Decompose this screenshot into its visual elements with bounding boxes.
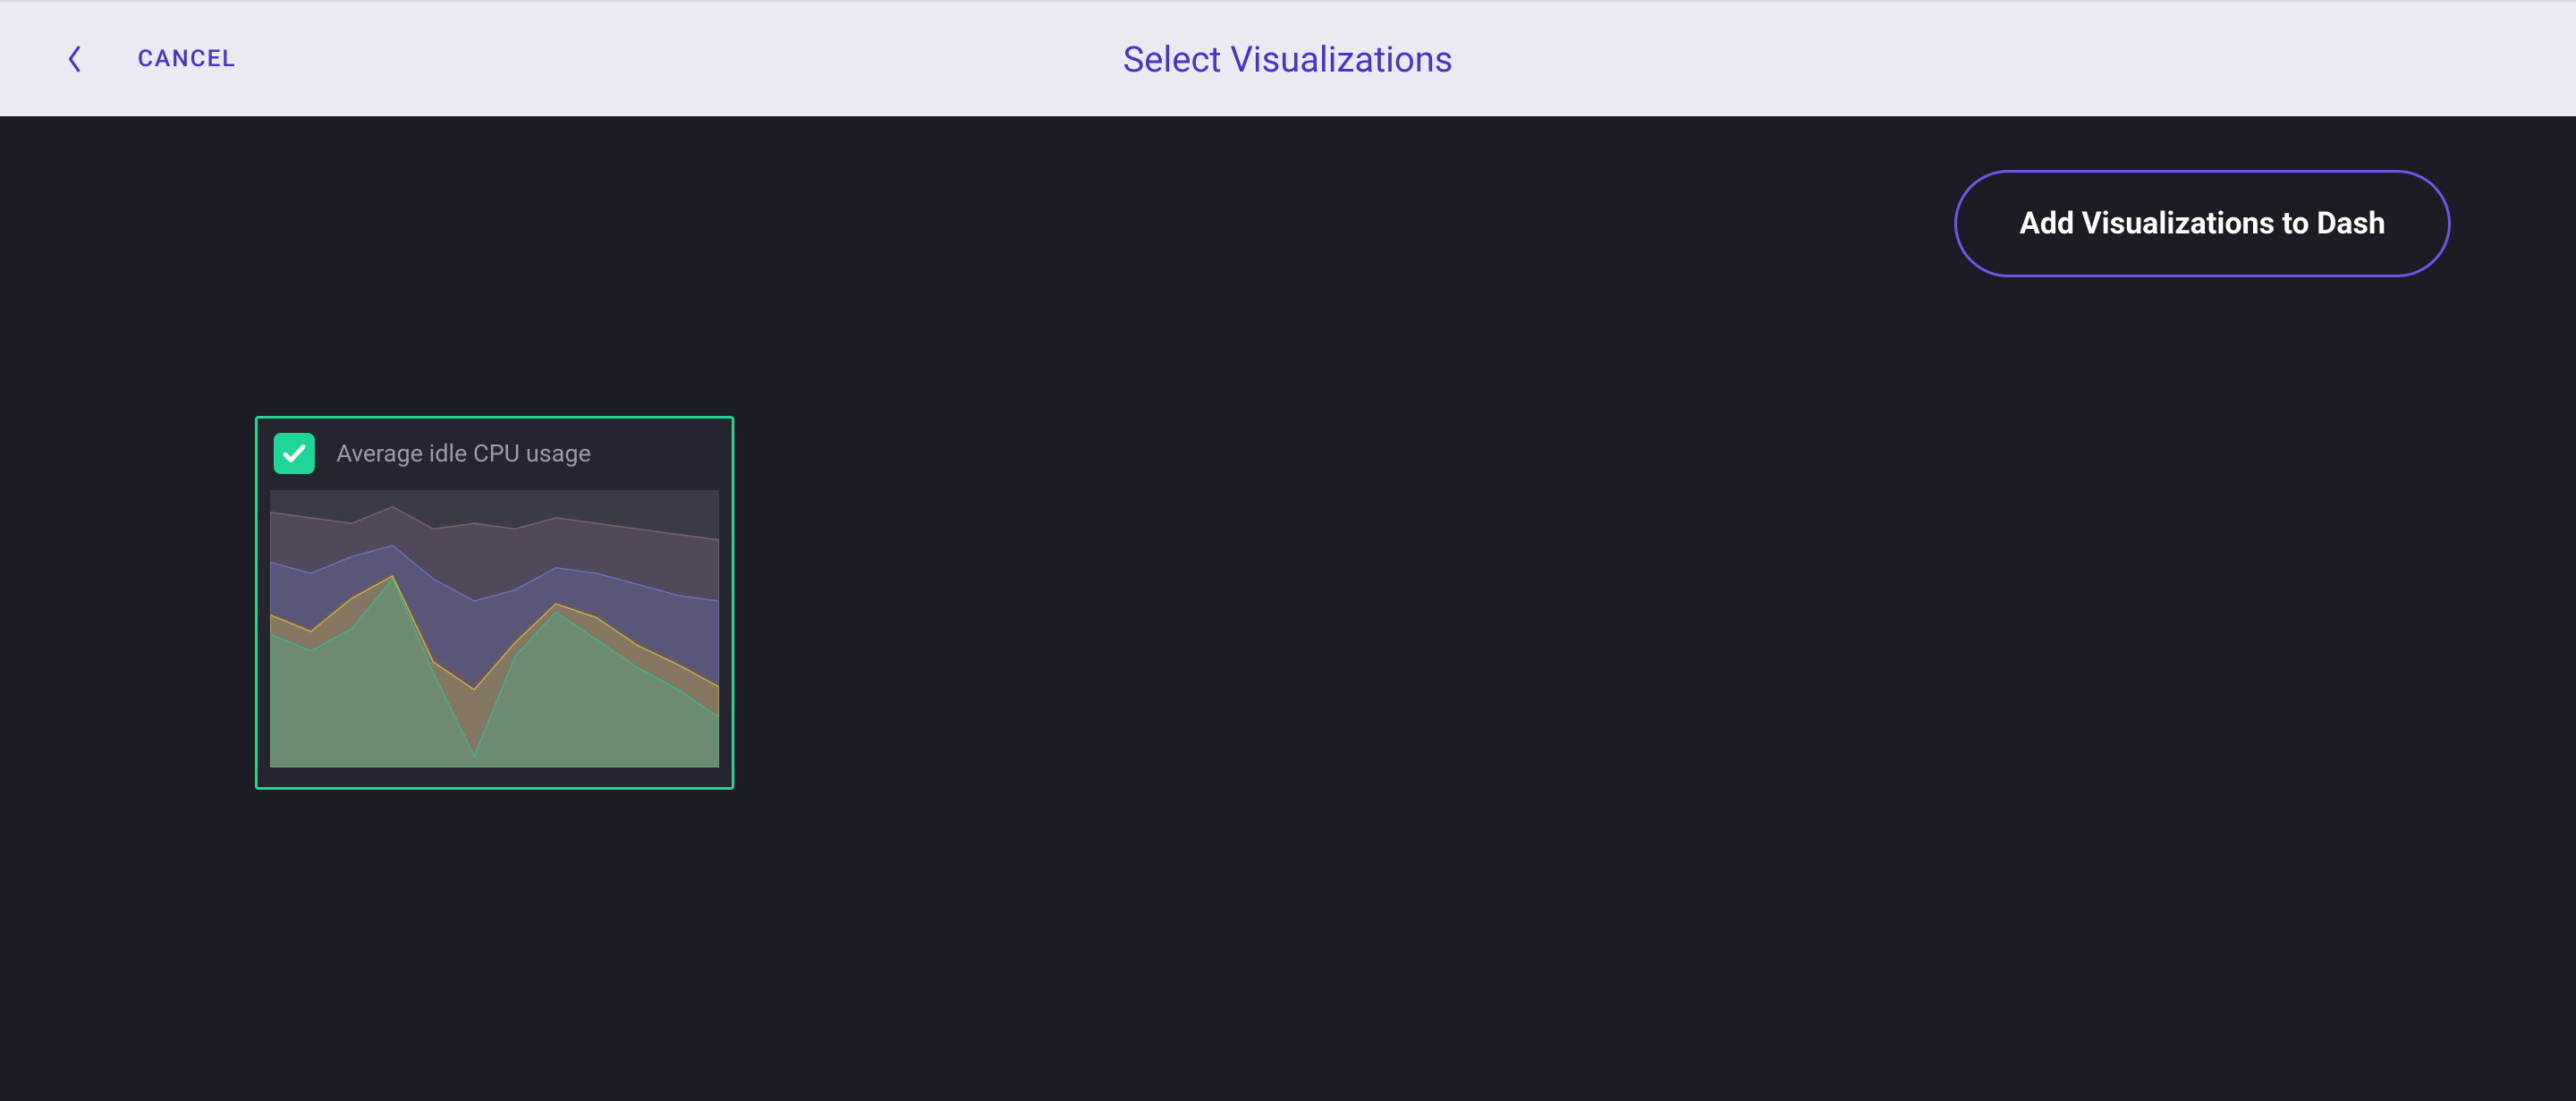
header-bar: CANCEL Select Visualizations: [0, 0, 2576, 116]
add-visualizations-button[interactable]: Add Visualizations to Dash: [1954, 170, 2451, 277]
main-content: Add Visualizations to Dash Average idle …: [0, 116, 2576, 1101]
visualization-preview-chart: [270, 490, 719, 767]
visualization-card[interactable]: Average idle CPU usage: [255, 416, 734, 790]
back-icon[interactable]: [63, 47, 88, 72]
cancel-button[interactable]: CANCEL: [138, 46, 236, 72]
checkbox-selected[interactable]: [274, 433, 315, 474]
visualization-title: Average idle CPU usage: [336, 439, 591, 468]
page-title: Select Visualizations: [1123, 38, 1453, 80]
visualization-card-header: Average idle CPU usage: [270, 431, 719, 490]
